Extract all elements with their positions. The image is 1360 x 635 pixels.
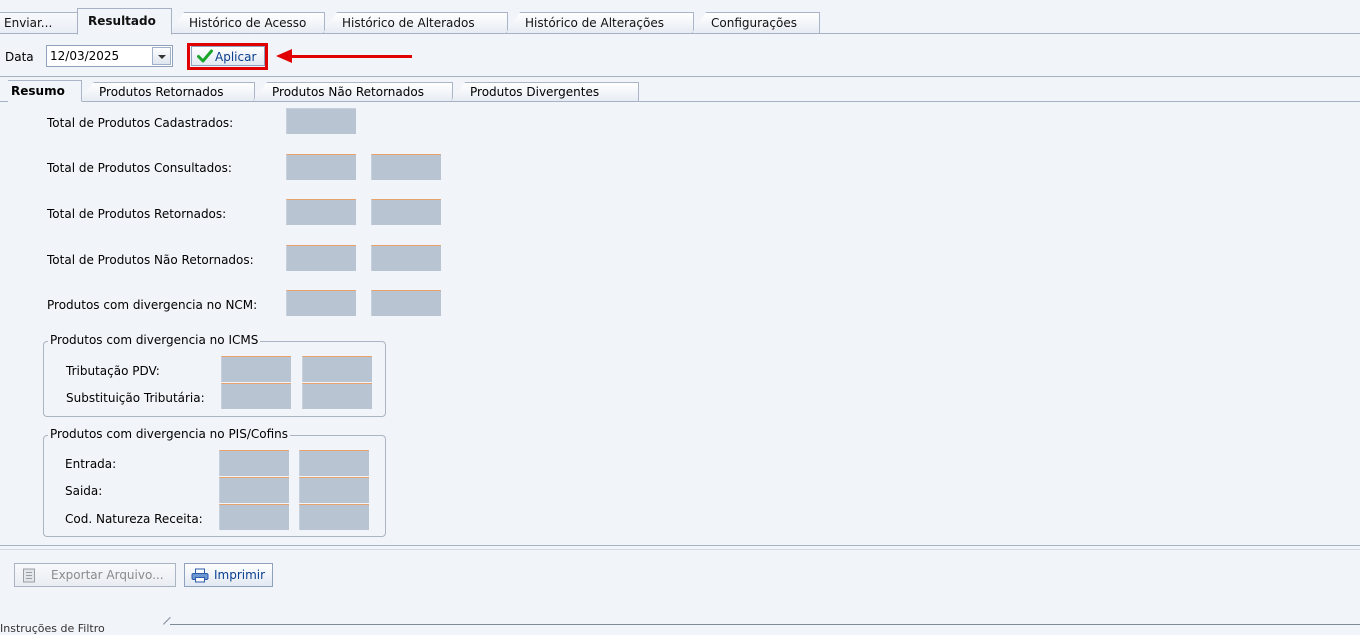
ncm-field-1 [286,290,356,316]
highlight-box [187,43,268,70]
pis-cofins-group-title: Produtos com divergencia no PIS/Cofins [48,427,291,441]
tab-resumo[interactable]: Resumo [8,80,82,102]
tab-enviar[interactable]: Enviar... [0,12,80,33]
cod-natureza-receita-field-2 [299,504,369,530]
nao-retornados-label: Total de Produtos Não Retornados: [47,253,254,267]
ncm-field-2 [371,290,441,316]
tab-produtos-divergentes[interactable]: Produtos Divergentes [451,82,639,101]
retornados-label: Total de Produtos Retornados: [47,207,227,221]
tributacao-pdv-field-1 [221,356,291,382]
print-button-label: Imprimir [214,568,266,582]
saida-field-2 [299,477,369,503]
tab-historico-alterados[interactable]: Histórico de Alterados [323,12,508,33]
date-value[interactable]: 12/03/2025 [50,49,119,63]
saida-label: Saida: [65,484,103,498]
section-divider-light [0,549,1360,550]
bottom-tab-line [170,624,1360,625]
print-button[interactable]: Imprimir [184,563,273,587]
export-button-label: Exportar Arquivo... [51,568,164,582]
saida-field-1 [219,477,289,503]
icms-group-title: Produtos com divergencia no ICMS [48,333,261,347]
ncm-label: Produtos com divergencia no NCM: [47,298,258,312]
entrada-field-2 [299,450,369,476]
section-divider [0,545,1360,546]
substituicao-tributaria-field-1 [221,383,291,409]
tributacao-pdv-field-2 [302,356,372,382]
date-dropdown-button[interactable] [152,47,171,65]
substituicao-tributaria-field-2 [302,383,372,409]
sub-tab-topline [0,76,1360,77]
substituicao-tributaria-label: Substituição Tributária: [66,391,205,405]
tributacao-pdv-label: Tributação PDV: [66,364,160,378]
tab-configuracoes[interactable]: Configurações [692,12,820,33]
printer-icon [191,568,209,583]
tab-produtos-nao-retornados[interactable]: Produtos Não Retornados [253,82,453,101]
consultados-field-1 [286,154,356,180]
entrada-field-1 [219,450,289,476]
chevron-down-icon [158,55,166,59]
consultados-field-2 [371,154,441,180]
date-field[interactable]: 12/03/2025 [46,45,173,67]
main-tab-strip: Enviar... Resultado Histórico de Acesso … [0,8,1360,35]
date-label: Data [5,50,34,64]
cod-natureza-receita-field-1 [219,504,289,530]
sub-tab-baseline [0,101,1360,102]
tab-resultado[interactable]: Resultado [77,8,172,35]
tab-historico-acesso[interactable]: Histórico de Acesso [170,12,325,33]
annotation-arrow-shaft [289,55,412,58]
nao-retornados-field-1 [286,245,356,271]
cadastrados-field [286,108,356,134]
tab-baseline [0,33,1360,34]
cadastrados-label: Total de Produtos Cadastrados: [47,116,234,130]
nao-retornados-field-2 [371,245,441,271]
sub-tab-strip: Resumo Produtos Retornados Produtos Não … [0,76,1360,102]
consultados-label: Total de Produtos Consultados: [47,161,232,175]
tab-produtos-retornados[interactable]: Produtos Retornados [80,82,255,101]
retornados-field-1 [286,199,356,225]
cod-natureza-receita-label: Cod. Natureza Receita: [65,512,203,526]
export-button[interactable]: Exportar Arquivo... [14,563,176,587]
retornados-field-2 [371,199,441,225]
tab-historico-alteracoes[interactable]: Histórico de Alterações [506,12,694,33]
tab-instrucoes-filtro[interactable]: Instruções de Filtro [0,622,105,635]
entrada-label: Entrada: [65,457,117,471]
document-icon [23,568,35,583]
